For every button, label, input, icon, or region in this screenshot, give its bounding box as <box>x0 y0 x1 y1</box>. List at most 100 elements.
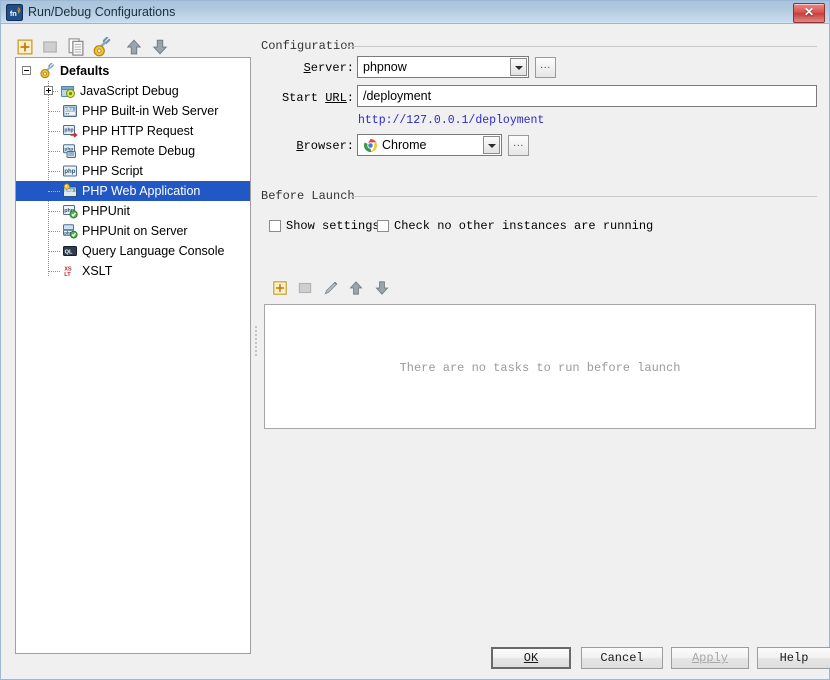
edit-task-button[interactable] <box>322 279 340 297</box>
ok-button-label: OK <box>523 651 539 665</box>
add-task-button[interactable] <box>271 279 289 297</box>
group-divider <box>351 196 817 197</box>
tree-item-label: PHP Built-in Web Server <box>82 104 219 118</box>
checkbox-label: Show settings <box>286 219 380 233</box>
checkbox-box <box>377 220 389 232</box>
close-button[interactable]: ✕ <box>793 3 825 23</box>
browser-browse-button[interactable]: ... <box>508 135 529 156</box>
server-value: phpnow <box>363 60 407 74</box>
task-move-down-button[interactable] <box>373 279 391 297</box>
php-builtin-server-icon: php <box>62 103 78 119</box>
empty-task-message: There are no tasks to run before launch <box>399 361 681 375</box>
tree-connector-h <box>48 151 60 152</box>
start-url-value: /deployment <box>363 89 432 103</box>
tree-connector-h <box>48 131 60 132</box>
svg-text:php: php <box>64 169 75 175</box>
apply-button-label: Apply <box>691 651 728 665</box>
checkbox-label: Check no other instances are running <box>394 219 654 233</box>
chevron-down-icon[interactable] <box>510 58 527 76</box>
server-label: Server: <box>303 61 354 75</box>
tree-item-xslt[interactable]: XS LT XSLT <box>16 261 250 281</box>
php-web-app-icon: php <box>62 183 78 199</box>
tree-item-label: PHP Script <box>82 164 143 178</box>
cancel-button[interactable]: Cancel <box>581 647 663 669</box>
tree-item-label: Defaults <box>60 64 110 78</box>
checkbox-box <box>269 220 281 232</box>
move-up-button[interactable] <box>124 37 144 57</box>
tree-connector-h <box>48 271 60 272</box>
phpunit-server-icon: php <box>62 223 78 239</box>
tree-item-phpunit-on-server[interactable]: php PHPUnit on Server <box>16 221 250 241</box>
copy-configuration-button[interactable] <box>66 37 86 57</box>
start-url-field[interactable]: /deployment <box>357 85 817 107</box>
configuration-panel: Configuration Server: phpnow ... Start U… <box>261 34 819 634</box>
tree-connector-h <box>48 251 60 252</box>
before-launch-group-title: Before Launch <box>261 189 361 203</box>
server-combo[interactable]: phpnow <box>357 56 529 78</box>
edit-templates-button[interactable] <box>93 37 113 57</box>
tree-item-query-language-console[interactable]: QL Query Language Console <box>16 241 250 261</box>
apply-button: Apply <box>671 647 749 669</box>
browser-combo[interactable]: Chrome <box>357 134 502 156</box>
title-bar: fn Run/Debug Configurations ✕ <box>1 1 829 24</box>
browser-label: Browser: <box>296 139 354 153</box>
phpstorm-icon: fn <box>6 4 23 21</box>
tree-item-label: PHP Web Application <box>82 184 201 198</box>
tree-item-label: JavaScript Debug <box>80 84 179 98</box>
chrome-icon <box>363 138 378 153</box>
dialog-content: Defaults JavaScript Debug php PHP Built-… <box>1 24 830 679</box>
tree-item-label: XSLT <box>82 264 113 278</box>
svg-text:php: php <box>65 106 73 111</box>
svg-text:LT: LT <box>64 272 71 278</box>
remove-configuration-button <box>40 37 60 57</box>
tree-item-label: PHP Remote Debug <box>82 144 196 158</box>
window-title: Run/Debug Configurations <box>28 5 176 19</box>
tree-connector-h <box>48 111 60 112</box>
collapse-handle-defaults[interactable] <box>22 66 31 75</box>
dialog-button-row: OK Cancel Apply Help <box>491 647 830 673</box>
task-move-up-button[interactable] <box>347 279 365 297</box>
tree-item-php-web-application[interactable]: php PHP Web Application <box>16 181 250 201</box>
server-browse-button[interactable]: ... <box>535 57 556 78</box>
add-configuration-button[interactable] <box>15 37 35 57</box>
move-down-button[interactable] <box>150 37 170 57</box>
before-launch-task-list[interactable]: There are no tasks to run before launch <box>264 304 816 429</box>
javascript-debug-icon <box>60 83 76 99</box>
phpunit-icon: php <box>62 203 78 219</box>
tree-item-label: Query Language Console <box>82 244 225 258</box>
tree-item-phpunit[interactable]: php PHPUnit <box>16 201 250 221</box>
remove-task-button <box>296 279 314 297</box>
tree-connector-h <box>48 191 60 192</box>
tree-item-php-built-in-web-server[interactable]: php PHP Built-in Web Server <box>16 101 250 121</box>
group-divider <box>345 46 817 47</box>
svg-text:php: php <box>64 128 73 134</box>
expand-handle-javascript-debug[interactable] <box>44 86 53 95</box>
help-button[interactable]: Help <box>757 647 830 669</box>
configurations-tree[interactable]: Defaults JavaScript Debug php PHP Built-… <box>15 57 251 654</box>
sql-console-icon: QL <box>62 243 78 259</box>
browser-value: Chrome <box>382 138 427 152</box>
xslt-icon: XS LT <box>62 263 78 279</box>
tree-connector-h <box>48 231 60 232</box>
chevron-down-icon[interactable] <box>483 136 500 154</box>
tree-connector-h <box>48 171 60 172</box>
php-script-icon: php <box>62 163 78 179</box>
tree-item-defaults[interactable]: Defaults <box>16 61 250 81</box>
tree-item-php-http-request[interactable]: php PHP HTTP Request <box>16 121 250 141</box>
php-remote-debug-icon: php <box>62 143 78 159</box>
tree-connector-h <box>48 211 60 212</box>
php-http-request-icon: php <box>62 123 78 139</box>
panel-splitter[interactable] <box>253 324 258 364</box>
svg-text:fn: fn <box>10 9 17 18</box>
wrench-gear-icon <box>40 63 56 79</box>
tree-item-php-remote-debug[interactable]: php PHP Remote Debug <box>16 141 250 161</box>
before-launch-toolbar <box>266 279 466 301</box>
url-preview-link[interactable]: http://127.0.0.1/deployment <box>358 114 544 127</box>
ok-button[interactable]: OK <box>491 647 571 669</box>
tree-item-label: PHP HTTP Request <box>82 124 194 138</box>
tree-item-javascript-debug[interactable]: JavaScript Debug <box>16 81 250 101</box>
tree-item-label: PHPUnit on Server <box>82 224 188 238</box>
tree-item-php-script[interactable]: php PHP Script <box>16 161 250 181</box>
close-icon: ✕ <box>803 5 815 19</box>
svg-text:QL: QL <box>65 249 73 255</box>
